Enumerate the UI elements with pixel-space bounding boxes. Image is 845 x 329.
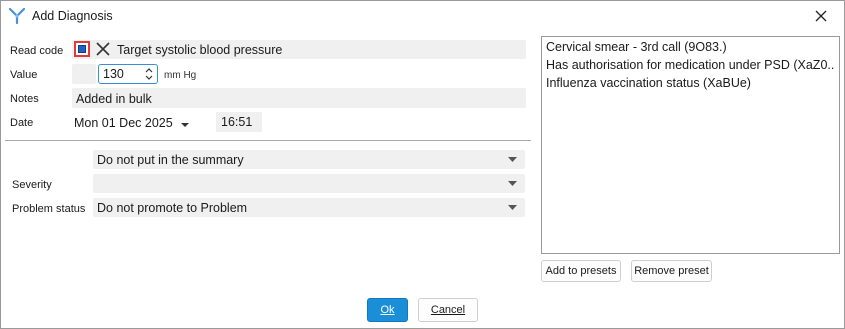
add-to-presets-button[interactable]: Add to presets: [541, 260, 621, 282]
severity-label: Severity: [12, 179, 52, 191]
value-qualifier-field[interactable]: [72, 64, 96, 84]
app-logo-icon: [8, 7, 26, 25]
clear-x-icon[interactable]: [96, 42, 110, 56]
spin-down-icon: [145, 75, 153, 80]
problem-status-select[interactable]: Do not promote to Problem: [93, 198, 525, 217]
chevron-down-icon[interactable]: [180, 118, 190, 127]
close-button[interactable]: [804, 3, 838, 29]
time-input[interactable]: 16:51: [216, 112, 262, 132]
list-item[interactable]: Has authorisation for medication under P…: [546, 58, 834, 72]
list-item[interactable]: Cervical smear - 3rd call (9O83.): [546, 40, 727, 54]
date-picker[interactable]: Mon 01 Dec 2025: [74, 116, 173, 130]
cancel-button[interactable]: Cancel: [418, 298, 478, 322]
remove-preset-button[interactable]: Remove preset: [631, 260, 712, 282]
add-diagnosis-dialog: Add Diagnosis Read code Target systolic …: [0, 0, 845, 329]
summary-select[interactable]: Do not put in the summary: [93, 150, 525, 169]
presets-list[interactable]: Cervical smear - 3rd call (9O83.) Has au…: [541, 36, 840, 254]
value-stepper[interactable]: [144, 66, 154, 82]
problem-status-label: Problem status: [12, 203, 86, 215]
title-bar: Add Diagnosis: [1, 1, 844, 31]
divider: [5, 140, 531, 141]
value-text: 130: [103, 67, 124, 81]
date-label: Date: [10, 117, 34, 129]
close-icon[interactable]: [815, 10, 827, 22]
dialog-title: Add Diagnosis: [32, 9, 113, 23]
chevron-down-icon: [508, 181, 517, 186]
chevron-down-icon: [508, 205, 517, 210]
read-code-text: Target systolic blood pressure: [117, 43, 283, 57]
value-label: Value: [10, 69, 38, 81]
severity-select[interactable]: [93, 174, 525, 193]
value-input[interactable]: 130: [98, 64, 158, 84]
value-unit: mm Hg: [164, 70, 197, 81]
notes-input[interactable]: Added in bulk: [72, 88, 526, 108]
read-code-label: Read code: [10, 45, 64, 57]
chevron-down-icon: [508, 157, 517, 162]
ok-button[interactable]: Ok: [367, 298, 408, 322]
notes-label: Notes: [10, 93, 39, 105]
list-item[interactable]: Influenza vaccination status (XaBUe): [546, 76, 751, 90]
read-code-select-checkbox[interactable]: [74, 41, 90, 57]
spin-up-icon: [145, 68, 153, 73]
